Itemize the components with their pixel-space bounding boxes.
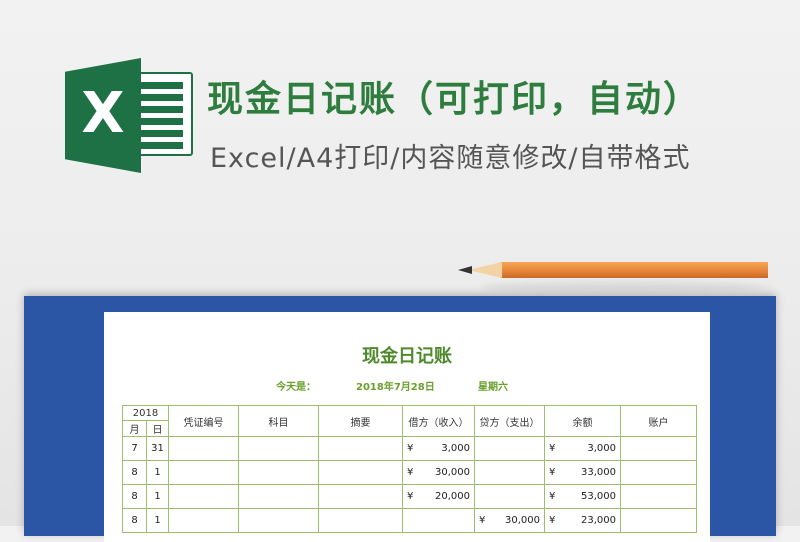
cell-voucher[interactable]	[168, 436, 240, 461]
cell-voucher[interactable]	[168, 508, 240, 533]
cell-voucher[interactable]	[168, 484, 240, 509]
day-header: 日	[145, 420, 170, 437]
cell-subject[interactable]	[238, 436, 320, 461]
cell-month[interactable]: 8	[122, 460, 147, 485]
excel-logo: X	[65, 58, 195, 173]
cell-day[interactable]: 1	[145, 460, 170, 485]
table-row: 8 1 ¥30,000 ¥23,000	[122, 508, 698, 533]
today-weekday: 星期六	[478, 382, 508, 393]
table-row: 8 1 ¥20,000 ¥53,000	[122, 484, 698, 509]
cell-summary[interactable]	[318, 460, 404, 485]
cell-balance[interactable]: ¥3,000	[544, 436, 622, 461]
subject-header: 科目	[238, 405, 320, 437]
cell-summary[interactable]	[318, 484, 404, 509]
cell-balance[interactable]: ¥33,000	[544, 460, 622, 485]
spreadsheet-paper: 现金日记账 今天是： 2018年7月28日 星期六 2018 凭证编号 科目 摘…	[104, 312, 710, 542]
cell-subject[interactable]	[238, 508, 320, 533]
cell-month[interactable]: 8	[122, 484, 147, 509]
pencil-shadow	[480, 282, 770, 292]
page-title: 现金日记账（可打印，自动）	[207, 79, 702, 120]
cell-credit[interactable]	[474, 460, 546, 485]
pencil-icon	[458, 258, 768, 282]
cell-month[interactable]: 7	[122, 436, 147, 461]
sheet-title: 现金日记账	[362, 346, 452, 367]
cell-day[interactable]: 31	[145, 436, 170, 461]
credit-header: 贷方（支出）	[474, 405, 546, 437]
table-row: 8 1 ¥30,000 ¥33,000	[122, 460, 698, 485]
cell-balance[interactable]: ¥23,000	[544, 508, 622, 533]
balance-header: 余额	[544, 405, 622, 437]
cell-day[interactable]: 1	[145, 508, 170, 533]
cell-voucher[interactable]	[168, 460, 240, 485]
cell-account[interactable]	[620, 508, 698, 533]
ledger-table: 2018 凭证编号 科目 摘要 借方（收入） 贷方（支出） 余额 账户 月 日 …	[121, 405, 698, 533]
summary-header: 摘要	[318, 405, 404, 437]
year-header: 2018	[121, 405, 170, 421]
today-date: 2018年7月28日	[356, 382, 435, 393]
page-subtitle: Excel/A4打印/内容随意修改/自带格式	[210, 143, 691, 174]
cell-account[interactable]	[620, 460, 698, 485]
debit-header: 借方（收入）	[402, 405, 476, 437]
cell-debit[interactable]: ¥20,000	[402, 484, 476, 509]
grid-graphic	[137, 82, 183, 149]
cell-account[interactable]	[620, 484, 698, 509]
cell-balance[interactable]: ¥53,000	[544, 484, 622, 509]
cell-debit[interactable]: ¥3,000	[402, 436, 476, 461]
cell-subject[interactable]	[238, 484, 320, 509]
cell-month[interactable]: 8	[122, 508, 147, 533]
cell-day[interactable]: 1	[145, 484, 170, 509]
excel-letter: X	[81, 81, 125, 146]
cell-credit[interactable]	[474, 484, 546, 509]
month-header: 月	[122, 420, 147, 437]
cell-credit[interactable]: ¥30,000	[474, 508, 546, 533]
cell-credit[interactable]	[474, 436, 546, 461]
voucher-header: 凭证编号	[168, 405, 240, 437]
cell-summary[interactable]	[318, 436, 404, 461]
table-row: 7 31 ¥3,000 ¥3,000	[122, 436, 698, 461]
cell-debit[interactable]	[402, 508, 476, 533]
account-header: 账户	[620, 405, 698, 437]
today-label: 今天是：	[276, 382, 316, 393]
cell-summary[interactable]	[318, 508, 404, 533]
cell-account[interactable]	[620, 436, 698, 461]
cell-subject[interactable]	[238, 460, 320, 485]
cell-debit[interactable]: ¥30,000	[402, 460, 476, 485]
